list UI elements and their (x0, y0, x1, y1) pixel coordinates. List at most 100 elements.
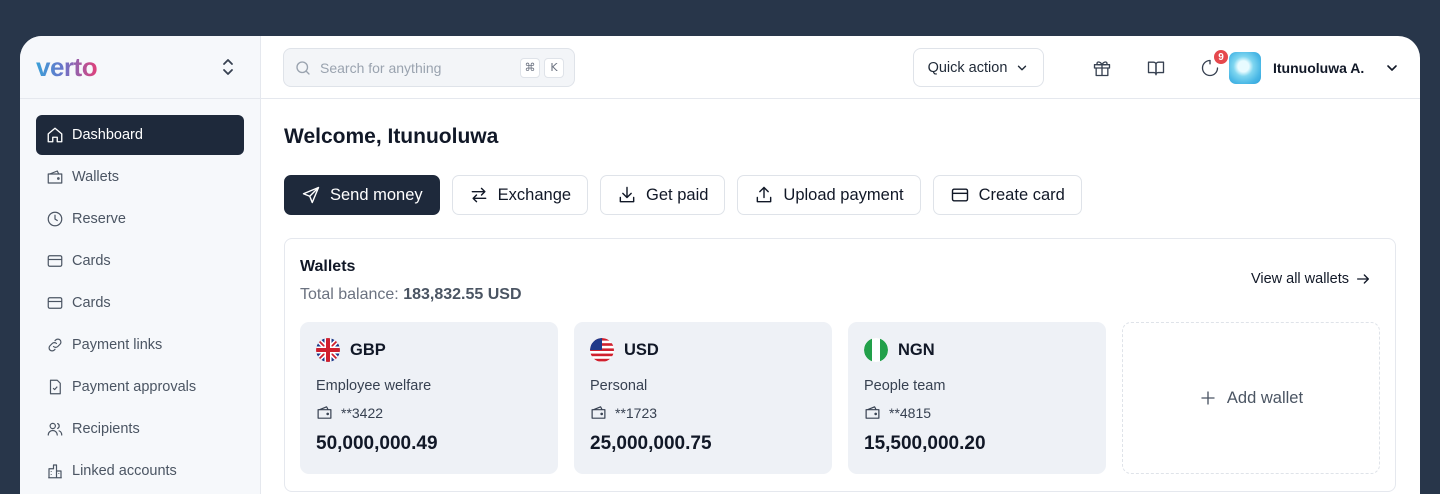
search-input[interactable] (320, 59, 516, 76)
create-card-button[interactable]: Create card (932, 175, 1082, 215)
wallet-amount: 25,000,000.75 (590, 433, 712, 454)
wallets-title: Wallets (300, 258, 356, 275)
card-icon (47, 297, 63, 309)
get-paid-button[interactable]: Get paid (600, 175, 726, 215)
send-money-button[interactable]: Send money (284, 175, 440, 215)
page-title: Welcome, Itunuoluwa (284, 125, 499, 148)
sidebar-item-dashboard[interactable]: Dashboard (36, 115, 244, 155)
wallet-icon (317, 406, 332, 419)
send-icon (302, 186, 320, 204)
sidebar-item-wallets[interactable]: Wallets (36, 157, 244, 197)
quick-action-label: Quick action (927, 59, 1008, 76)
upload-payment-button[interactable]: Upload payment (737, 175, 921, 215)
notification-badge: 9 (1213, 49, 1229, 65)
home-icon (47, 127, 63, 143)
sidebar-item-cards-2[interactable]: Cards (36, 283, 244, 323)
sidebar-item-payment-approvals[interactable]: Payment approvals (36, 367, 244, 407)
add-wallet-button[interactable]: Add wallet (1122, 322, 1380, 474)
bank-icon (48, 464, 62, 479)
sidebar-item-reserve[interactable]: Reserve (36, 199, 244, 239)
sidebar-item-label: Wallets (72, 169, 119, 185)
action-bar: Send money Exchange Get paid Upload paym… (284, 175, 1082, 215)
main-content: Welcome, Itunuoluwa Send money Exchange … (261, 99, 1420, 494)
download-icon (619, 186, 635, 203)
wallet-name: People team (864, 378, 946, 394)
quick-action-button[interactable]: Quick action (913, 48, 1044, 87)
wallet-currency: NGN (898, 340, 935, 359)
wallet-amount: 50,000,000.49 (316, 433, 438, 454)
exchange-icon (471, 187, 487, 203)
sidebar-item-cards[interactable]: Cards (36, 241, 244, 281)
us-flag-icon (590, 338, 614, 362)
sidebar-item-label: Cards (72, 253, 111, 269)
wallet-currency: GBP (350, 340, 386, 359)
sidebar-item-payment-links[interactable]: Payment links (36, 325, 244, 365)
link-icon (48, 338, 62, 352)
wallet-name: Employee welfare (316, 378, 432, 394)
wallet-icon (47, 170, 63, 184)
sidebar-item-label: Dashboard (72, 127, 143, 143)
shortcut-key-cmd: ⌘ (520, 57, 540, 78)
wallet-card-ngn[interactable]: NGN People team **4815 15,500,000.20 (848, 322, 1106, 474)
exchange-button[interactable]: Exchange (451, 175, 589, 215)
clock-icon (47, 211, 63, 227)
sidebar-item-label: Linked accounts (72, 463, 177, 479)
user-name: Itunuoluwa A. (1273, 60, 1365, 76)
chevron-up-down-icon[interactable] (220, 57, 236, 77)
view-all-wallets-link[interactable]: View all wallets (1251, 271, 1371, 287)
notification-icon[interactable]: 9 (1198, 49, 1229, 80)
create-card-label: Create card (978, 185, 1065, 204)
avatar (1229, 52, 1261, 84)
verto-logo[interactable]: verto (36, 54, 98, 80)
chevron-down-icon (1015, 61, 1029, 75)
wallet-account: **1723 (615, 404, 658, 421)
user-menu[interactable]: Itunuoluwa A. (1229, 51, 1400, 85)
view-all-label: View all wallets (1250, 271, 1349, 287)
uk-flag-icon (316, 338, 340, 362)
card-icon (951, 188, 968, 202)
brand-row: verto (20, 36, 260, 99)
balance-value: 183,832.55 USD (403, 286, 522, 303)
upload-icon (757, 186, 772, 203)
sidebar-item-linked-accounts[interactable]: Linked accounts (36, 451, 244, 491)
sidebar-item-label: Payment approvals (72, 379, 197, 395)
wallets-section: Wallets Total balance: 183,832.55 USD Vi… (284, 238, 1396, 492)
book-icon[interactable] (1144, 56, 1168, 80)
search-icon (294, 59, 312, 77)
wallet-card-gbp[interactable]: GBP Employee welfare **3422 50,000,000.4… (300, 322, 558, 474)
balance-label: Total balance: (300, 286, 399, 303)
arrow-right-icon (1357, 274, 1369, 284)
wallet-account: **3422 (341, 404, 384, 421)
gift-icon[interactable] (1090, 56, 1114, 80)
add-wallet-label: Add wallet (1226, 388, 1304, 407)
sidebar-item-recipients[interactable]: Recipients (36, 409, 244, 449)
chevron-down-icon (1384, 60, 1400, 76)
get-paid-label: Get paid (646, 185, 709, 204)
sidebar-nav: Dashboard Wallets Reserve Cards Cards Pa… (20, 99, 260, 491)
users-icon (47, 422, 63, 436)
sidebar-item-label: Payment links (72, 337, 163, 353)
total-balance: Total balance: 183,832.55 USD (300, 286, 522, 304)
wallet-icon (591, 406, 606, 419)
card-icon (47, 255, 63, 267)
upload-payment-label: Upload payment (783, 185, 904, 204)
wallet-currency: USD (624, 340, 659, 359)
ng-flag-icon (864, 338, 888, 362)
app-window: verto Dashboard Wallets Reserve Cards Ca… (20, 36, 1420, 494)
sidebar-item-label: Recipients (72, 421, 140, 437)
topbar: ⌘ K Quick action 9 Itunuoluwa A. (261, 36, 1420, 99)
wallet-name: Personal (590, 378, 648, 394)
sidebar: verto Dashboard Wallets Reserve Cards Ca… (20, 36, 261, 494)
wallet-amount: 15,500,000.20 (864, 433, 986, 454)
wallet-account: **4815 (889, 404, 932, 421)
wallet-icon (865, 406, 880, 419)
shortcut-key-k: K (544, 57, 564, 78)
exchange-label: Exchange (497, 185, 572, 204)
sidebar-item-label: Cards (72, 295, 111, 311)
plus-icon (1201, 391, 1215, 405)
file-check-icon (49, 379, 61, 395)
sidebar-item-label: Reserve (72, 211, 126, 227)
wallet-card-usd[interactable]: USD Personal **1723 25,000,000.75 (574, 322, 832, 474)
search-box[interactable]: ⌘ K (283, 48, 575, 87)
send-money-label: Send money (330, 185, 423, 204)
